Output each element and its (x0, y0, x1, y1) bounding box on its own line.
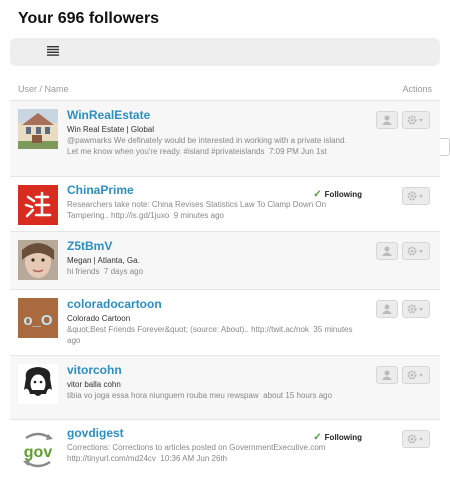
user-handle-link[interactable]: vitorcohn (67, 363, 357, 377)
avatar[interactable] (18, 109, 58, 149)
china-logo-icon (18, 185, 58, 225)
compact-view-icon (47, 46, 59, 56)
user-info: WinRealEstate Win Real Estate | Global @… (67, 108, 357, 157)
user-handle-link[interactable]: coloradocartoon (67, 297, 357, 311)
list-item: o_O coloradocartoon Colorado Cartoon &qu… (10, 289, 440, 355)
person-icon (382, 246, 392, 256)
latest-tweet: &quot;Best Friends Forever&quot; (source… (67, 324, 357, 346)
user-handle-link[interactable]: Z5tBmV (67, 239, 357, 253)
list-item: Z5tBmV Megan | Atlanta, Ga. hi friends 7… (10, 231, 440, 289)
actions-menu-button[interactable] (402, 300, 430, 318)
user-name: vitor balla cohn (67, 380, 121, 389)
tweet-text: tibia vo joga essa hora niunguem rouba m… (67, 391, 259, 400)
user-name: Colorado Cartoon (67, 314, 131, 323)
page-title: Your 696 followers (18, 10, 160, 27)
person-icon (382, 370, 392, 380)
avatar[interactable] (18, 240, 58, 280)
person-icon (382, 115, 392, 125)
house-photo-icon (18, 109, 58, 149)
followers-list: WinRealEstate Win Real Estate | Global @… (10, 100, 440, 489)
tweet-text: hi friends (67, 267, 100, 276)
list-item: WinRealEstate Win Real Estate | Global @… (10, 100, 440, 176)
check-icon: ✓ (313, 189, 322, 200)
gov-logo-icon: gov (18, 430, 58, 470)
following-label: Following (324, 433, 362, 442)
o-underscore-o-icon: o_O (18, 298, 58, 338)
user-name: Win Real Estate | Global (67, 125, 155, 134)
latest-tweet: Researchers take note: China Revises Sta… (67, 199, 357, 221)
sketch-face-icon (18, 364, 58, 404)
avatar[interactable] (18, 364, 58, 404)
following-label: Following (324, 190, 362, 199)
tweet-time[interactable]: 9 minutes ago (174, 211, 224, 220)
tweet-time[interactable]: 7:09 PM Jun 1st (269, 147, 327, 156)
view-toggle-bar (10, 38, 450, 156)
latest-tweet: tibia vo joga essa hora niunguem rouba m… (67, 390, 357, 401)
latest-tweet: hi friends 7 days ago (67, 266, 357, 277)
user-info: coloradocartoon Colorado Cartoon &quot;B… (67, 297, 357, 346)
follow-button[interactable] (376, 111, 398, 129)
actions-menu-button[interactable] (402, 242, 430, 260)
follow-button[interactable] (376, 300, 398, 318)
tweet-time[interactable]: 7 days ago (104, 267, 143, 276)
check-icon: ✓ (313, 432, 322, 443)
user-info: vitorcohn vitor balla cohn tibia vo joga… (67, 363, 357, 401)
avatar[interactable]: o_O (18, 298, 58, 338)
gear-dropdown-icon (407, 246, 423, 256)
tweet-time[interactable]: about 15 hours ago (263, 391, 332, 400)
avatar[interactable] (18, 185, 58, 225)
list-item: ChinaPrime Researchers take note: China … (10, 176, 440, 231)
follow-button[interactable] (376, 366, 398, 384)
gear-dropdown-icon (407, 115, 423, 125)
gear-dropdown-icon (407, 304, 423, 314)
following-status: ✓ Following (313, 432, 362, 443)
following-status: ✓ Following (313, 189, 362, 200)
gear-dropdown-icon (407, 191, 423, 201)
gear-dropdown-icon (407, 434, 423, 444)
face-photo-icon (18, 240, 58, 280)
latest-tweet: Corrections: Corrections to articles pos… (67, 442, 357, 464)
follow-button[interactable] (376, 242, 398, 260)
person-icon (382, 304, 392, 314)
column-header-actions: Actions (402, 84, 432, 94)
svg-text:gov: gov (24, 444, 53, 461)
avatar[interactable]: gov (18, 430, 58, 470)
list-item: vitorcohn vitor balla cohn tibia vo joga… (10, 355, 440, 419)
tweet-time[interactable]: 10:36 AM Jun 26th (160, 454, 227, 463)
user-handle-link[interactable]: WinRealEstate (67, 108, 357, 122)
tweet-text: &quot;Best Friends Forever&quot; (source… (67, 325, 309, 334)
actions-menu-button[interactable] (402, 366, 430, 384)
actions-menu-button[interactable] (402, 187, 430, 205)
compact-view-button[interactable] (43, 43, 63, 61)
gear-dropdown-icon (407, 370, 423, 380)
column-header-user: User / Name (18, 84, 69, 94)
user-name: Megan | Atlanta, Ga. (67, 256, 140, 265)
actions-menu-button[interactable] (402, 111, 430, 129)
actions-menu-button[interactable] (402, 430, 430, 448)
list-item: gov govdigest Corrections: Corrections t… (10, 419, 440, 489)
svg-text:o_O: o_O (23, 312, 53, 329)
latest-tweet: @pawmarks We definately would be interes… (67, 135, 357, 157)
user-info: Z5tBmV Megan | Atlanta, Ga. hi friends 7… (67, 239, 357, 277)
